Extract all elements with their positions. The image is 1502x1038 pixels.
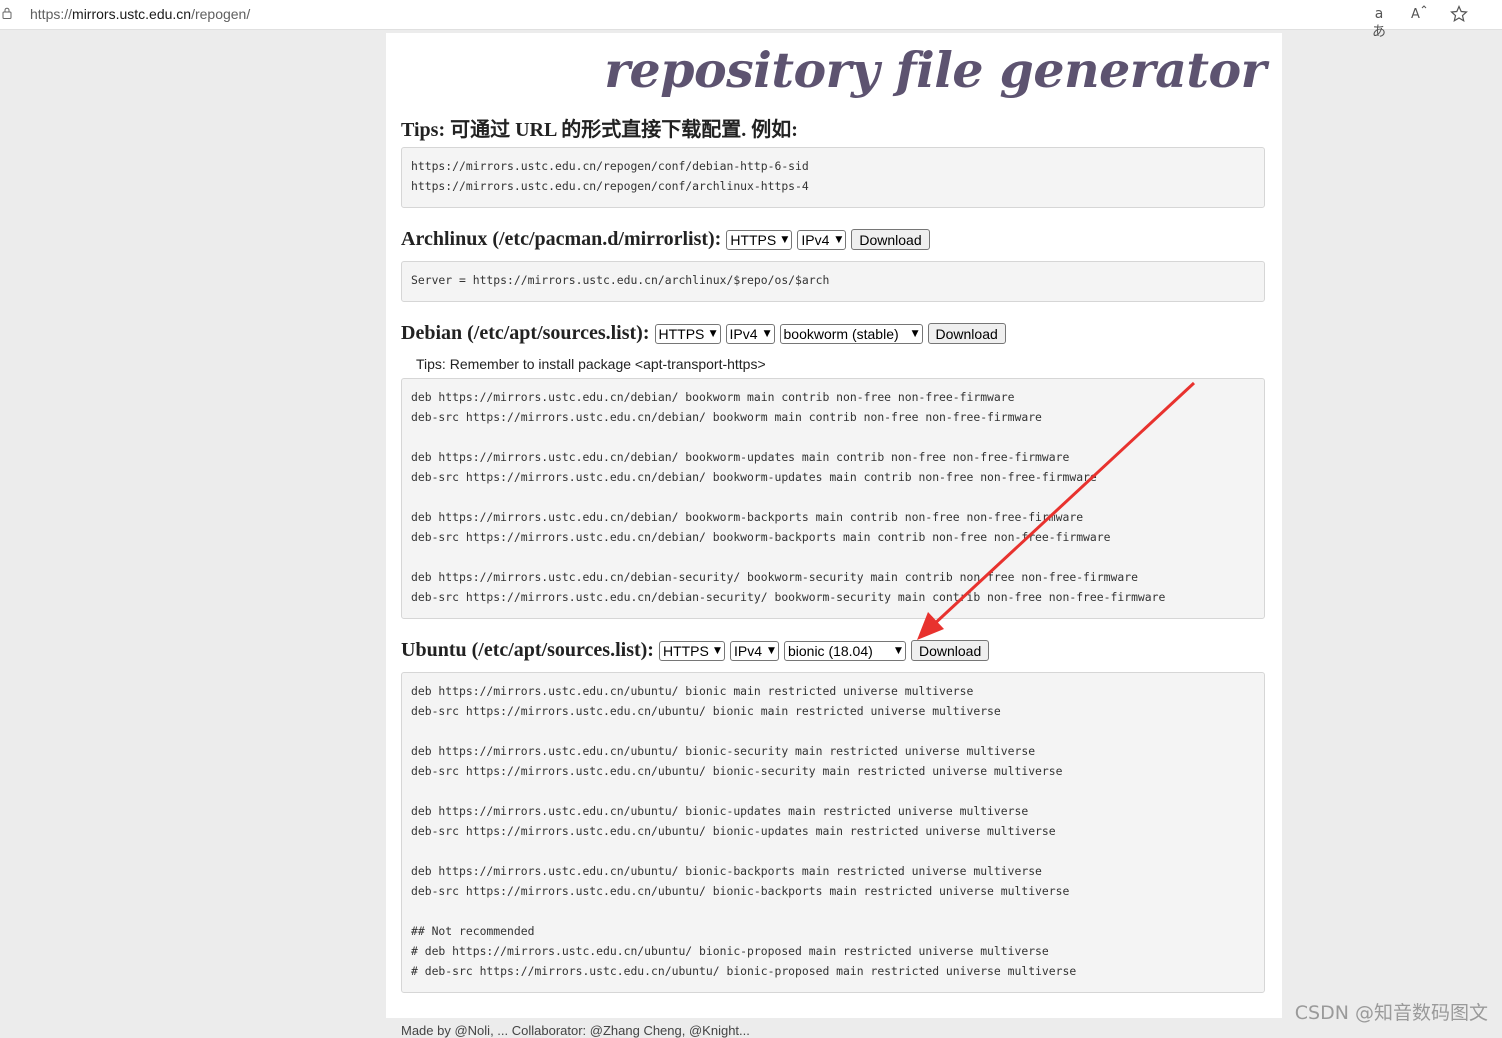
tips-code-box: https://mirrors.ustc.edu.cn/repogen/conf… (401, 147, 1265, 208)
ubuntu-ip-value: IPv4 (733, 642, 762, 659)
ubuntu-code-line: deb https://mirrors.ustc.edu.cn/ubuntu/ … (411, 684, 974, 698)
debian-code-line: deb https://mirrors.ustc.edu.cn/debian/ … (411, 510, 1084, 524)
archlinux-download-button[interactable]: Download (851, 229, 930, 250)
chevron-down-icon: ▼ (763, 328, 771, 339)
archlinux-protocol-value: HTTPS (730, 231, 777, 248)
ubuntu-release-select[interactable]: bionic (18.04) ▼ (783, 640, 906, 661)
debian-code-line (411, 487, 1255, 507)
debian-download-button[interactable]: Download (927, 323, 1006, 344)
chevron-down-icon: ▼ (714, 645, 721, 656)
ubuntu-protocol-value: HTTPS (662, 642, 709, 659)
debian-release-select[interactable]: bookworm (stable) ▼ (779, 323, 923, 344)
ubuntu-code-box: deb https://mirrors.ustc.edu.cn/ubuntu/ … (401, 672, 1265, 993)
debian-code-line: deb-src https://mirrors.ustc.edu.cn/debi… (411, 590, 1166, 604)
archlinux-code-box: Server = https://mirrors.ustc.edu.cn/arc… (401, 261, 1265, 302)
read-aloud-translate-icon[interactable]: aあ (1369, 5, 1389, 40)
debian-code-box: deb https://mirrors.ustc.edu.cn/debian/ … (401, 378, 1265, 619)
ubuntu-code-line (411, 781, 1255, 801)
archlinux-ip-value: IPv4 (801, 231, 830, 248)
ubuntu-code-line: deb-src https://mirrors.ustc.edu.cn/ubun… (411, 764, 1063, 778)
debian-code-line (411, 547, 1255, 567)
chevron-down-icon: ▼ (781, 234, 789, 245)
ubuntu-protocol-select[interactable]: HTTPS ▼ (658, 640, 725, 661)
ubuntu-code-line: # deb https://mirrors.ustc.edu.cn/ubuntu… (411, 944, 1049, 958)
ubuntu-code-line: deb-src https://mirrors.ustc.edu.cn/ubun… (411, 884, 1070, 898)
chevron-down-icon: ▼ (768, 645, 775, 656)
ubuntu-code-line: deb-src https://mirrors.ustc.edu.cn/ubun… (411, 704, 1001, 718)
svg-text:A: A (1411, 7, 1420, 21)
archlinux-heading-text: Archlinux (/etc/pacman.d/mirrorlist): (401, 228, 722, 250)
ubuntu-release-value: bionic (18.04) (787, 642, 873, 659)
tips-code-line: https://mirrors.ustc.edu.cn/repogen/conf… (411, 159, 809, 173)
lock-icon[interactable] (2, 7, 12, 19)
debian-release-value: bookworm (stable) (783, 325, 899, 342)
url-host: mirrors.ustc.edu.cn (72, 6, 192, 22)
chevron-down-icon: ▼ (709, 328, 717, 339)
debian-code-line: deb-src https://mirrors.ustc.edu.cn/debi… (411, 530, 1111, 544)
tips-heading: Tips: 可通过 URL 的形式直接下载配置. 例如: (401, 119, 798, 141)
ubuntu-code-line: # deb-src https://mirrors.ustc.edu.cn/ub… (411, 964, 1077, 978)
url-path: /repogen/ (191, 6, 251, 22)
watermark: CSDN @知音数码图文 (1294, 1002, 1488, 1024)
debian-heading-text: Debian (/etc/apt/sources.list): (401, 322, 650, 344)
debian-tip-text: Tips: Remember to install package <apt-t… (416, 356, 766, 372)
debian-protocol-value: HTTPS (658, 325, 705, 342)
ubuntu-code-line: deb https://mirrors.ustc.edu.cn/ubuntu/ … (411, 744, 1036, 758)
ubuntu-code-line (411, 901, 1255, 921)
ubuntu-code-line (411, 721, 1255, 741)
debian-code-line: deb https://mirrors.ustc.edu.cn/debian/ … (411, 390, 1015, 404)
ubuntu-code-line: ## Not recommended (411, 924, 535, 938)
debian-ip-value: IPv4 (729, 325, 758, 342)
ubuntu-heading-text: Ubuntu (/etc/apt/sources.list): (401, 639, 654, 661)
ubuntu-code-line: deb https://mirrors.ustc.edu.cn/ubuntu/ … (411, 804, 1029, 818)
debian-code-line: deb https://mirrors.ustc.edu.cn/debian-s… (411, 570, 1138, 584)
debian-code-line (411, 427, 1255, 447)
debian-code-line: deb-src https://mirrors.ustc.edu.cn/debi… (411, 470, 1097, 484)
page-title: repository file generator (604, 41, 1266, 99)
ubuntu-code-line (411, 841, 1255, 861)
debian-code-line: deb https://mirrors.ustc.edu.cn/debian/ … (411, 450, 1070, 464)
ubuntu-ip-select[interactable]: IPv4 ▼ (729, 640, 779, 661)
ubuntu-section-heading: Ubuntu (/etc/apt/sources.list): HTTPS ▼ I… (401, 639, 990, 662)
archlinux-section-heading: Archlinux (/etc/pacman.d/mirrorlist): HT… (401, 228, 930, 251)
ubuntu-code-line: deb-src https://mirrors.ustc.edu.cn/ubun… (411, 824, 1056, 838)
archlinux-protocol-select[interactable]: HTTPS ▼ (726, 229, 793, 250)
browser-address-bar: https://mirrors.ustc.edu.cn/repogen/ aあ … (0, 0, 1502, 40)
debian-code-line: deb-src https://mirrors.ustc.edu.cn/debi… (411, 410, 1042, 424)
footer-credits: Made by @Noli, ... Collaborator: @Zhang … (401, 1023, 750, 1038)
ubuntu-code-line: deb https://mirrors.ustc.edu.cn/ubuntu/ … (411, 864, 1042, 878)
chevron-down-icon: ▼ (895, 645, 902, 656)
favorite-star-icon[interactable] (1449, 5, 1469, 23)
ubuntu-download-button[interactable]: Download (910, 640, 990, 661)
archlinux-ip-select[interactable]: IPv4 ▼ (797, 229, 847, 250)
archlinux-code-line: Server = https://mirrors.ustc.edu.cn/arc… (411, 273, 830, 287)
debian-protocol-select[interactable]: HTTPS ▼ (654, 323, 721, 344)
chevron-down-icon: ▼ (911, 328, 919, 339)
chevron-down-icon: ▼ (835, 234, 843, 245)
page-container: repository file generator Tips: 可通过 URL … (386, 33, 1282, 1038)
debian-section-heading: Debian (/etc/apt/sources.list): HTTPS ▼ I… (401, 322, 1006, 345)
tips-code-line: https://mirrors.ustc.edu.cn/repogen/conf… (411, 179, 809, 193)
url-scheme: https:// (30, 6, 73, 22)
font-size-icon[interactable]: A (1409, 5, 1429, 23)
url-field[interactable]: https://mirrors.ustc.edu.cn/repogen/ (30, 6, 250, 22)
debian-ip-select[interactable]: IPv4 ▼ (725, 323, 775, 344)
